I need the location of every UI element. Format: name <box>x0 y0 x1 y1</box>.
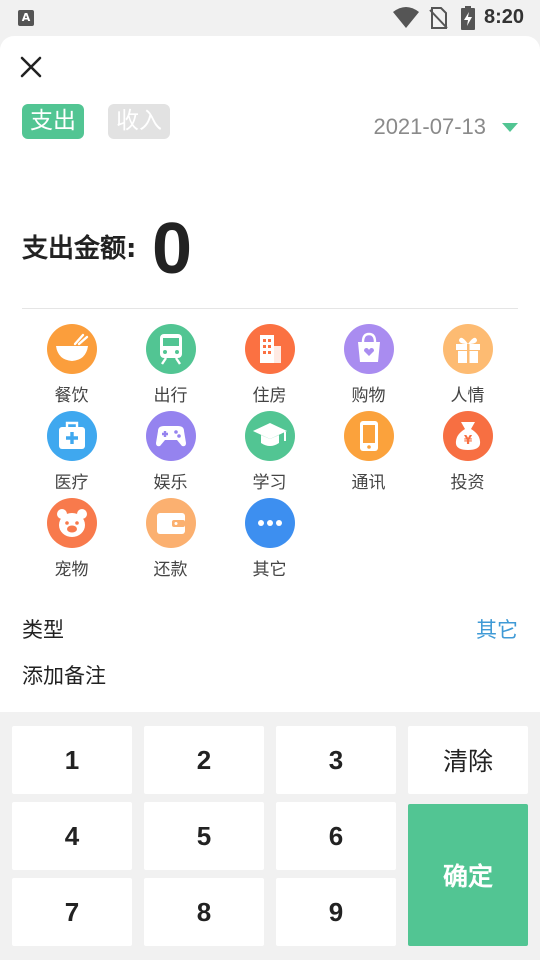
key-7[interactable]: 7 <box>12 878 132 946</box>
gamepad-icon <box>145 411 196 461</box>
key-4[interactable]: 4 <box>12 802 132 870</box>
category-label: 还款 <box>153 560 188 580</box>
key-6[interactable]: 6 <box>276 802 396 870</box>
category-item[interactable]: 人情 <box>418 324 517 411</box>
category-item[interactable]: 还款 <box>121 498 220 585</box>
category-item[interactable]: ¥ 投资 <box>418 411 517 498</box>
category-label: 餐饮 <box>54 386 89 406</box>
category-label: 通讯 <box>351 473 386 493</box>
wallet-icon <box>145 498 196 548</box>
category-item[interactable]: 其它 <box>220 498 319 585</box>
tab-expense[interactable]: 支出 <box>22 104 84 139</box>
date-picker[interactable]: 2021-07-13 <box>373 114 518 140</box>
no-sim-icon <box>429 7 448 29</box>
category-label: 投资 <box>450 473 485 493</box>
clock: 8:20 <box>484 6 525 28</box>
key-8[interactable]: 8 <box>144 878 264 946</box>
add-record-sheet: 支出 收入 2021-07-13 支出金额: 0 餐饮 出行 住房 购物 人情医疗 娱乐 学… <box>0 36 540 712</box>
key-1[interactable]: 1 <box>12 726 132 794</box>
date-value: 2021-07-13 <box>373 114 486 139</box>
confirm-button[interactable]: 确定 <box>408 804 528 946</box>
amount-label: 支出金额: <box>22 234 137 264</box>
bowl-icon <box>46 324 97 374</box>
clear-button[interactable]: 清除 <box>408 726 528 794</box>
category-label: 购物 <box>351 386 386 406</box>
category-label: 医疗 <box>54 473 89 493</box>
category-item[interactable]: 餐饮 <box>22 324 121 411</box>
graduation-cap-icon <box>244 411 295 461</box>
category-item[interactable]: 购物 <box>319 324 418 411</box>
app-notification-icon: A <box>18 10 34 26</box>
key-5[interactable]: 5 <box>144 802 264 870</box>
building-icon <box>244 324 295 374</box>
type-value: 其它 <box>476 618 518 642</box>
type-row[interactable]: 类型 其它 <box>22 614 518 644</box>
phone-icon <box>343 411 394 461</box>
gift-icon <box>442 324 493 374</box>
key-3[interactable]: 3 <box>276 726 396 794</box>
train-icon <box>145 324 196 374</box>
status-bar: A 8:20 <box>0 0 540 36</box>
category-item[interactable]: 出行 <box>121 324 220 411</box>
category-item[interactable]: 住房 <box>220 324 319 411</box>
category-label: 人情 <box>450 386 485 406</box>
close-icon[interactable] <box>18 54 44 80</box>
category-item[interactable]: 通讯 <box>319 411 418 498</box>
category-item[interactable]: 娱乐 <box>121 411 220 498</box>
money-bag-icon: ¥ <box>442 411 493 461</box>
add-note-field[interactable]: 添加备注 <box>22 660 106 690</box>
caret-down-icon <box>502 122 518 132</box>
category-item[interactable]: 宠物 <box>22 498 121 585</box>
category-label: 学习 <box>252 473 287 493</box>
divider <box>22 308 518 309</box>
amount-value: 0 <box>152 209 193 289</box>
category-label: 住房 <box>252 386 287 406</box>
category-grid: 餐饮 出行 住房 购物 人情医疗 娱乐 学习 通讯 ¥ 投资宠物 还款 其它 <box>22 324 518 585</box>
category-label: 其它 <box>252 560 287 580</box>
key-2[interactable]: 2 <box>144 726 264 794</box>
category-item[interactable]: 学习 <box>220 411 319 498</box>
shopping-bag-icon <box>343 324 394 374</box>
key-9[interactable]: 9 <box>276 878 396 946</box>
type-label: 类型 <box>22 618 64 642</box>
more-icon <box>244 498 295 548</box>
category-item[interactable]: 医疗 <box>22 411 121 498</box>
category-label: 出行 <box>153 386 188 406</box>
tab-income[interactable]: 收入 <box>108 104 170 139</box>
pet-icon <box>46 498 97 548</box>
medical-kit-icon <box>46 411 97 461</box>
wifi-icon <box>393 7 419 28</box>
category-label: 娱乐 <box>153 473 188 493</box>
battery-charging-icon <box>461 6 475 30</box>
svg-text:¥: ¥ <box>463 433 472 447</box>
category-label: 宠物 <box>54 560 89 580</box>
